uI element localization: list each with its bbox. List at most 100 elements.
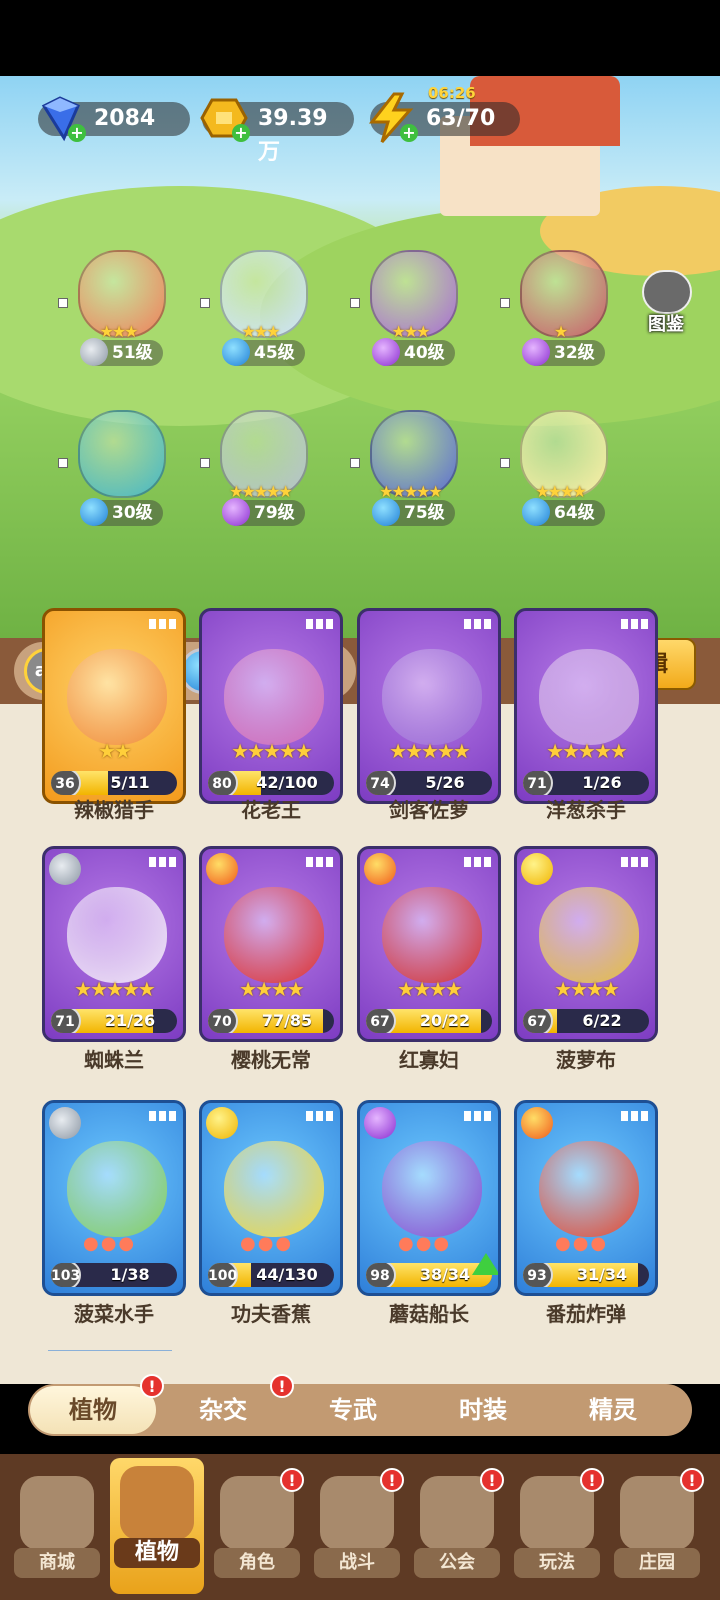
plant-stars: ★★★★	[239, 977, 305, 1001]
plant-card[interactable]: ●●● 93 31/34	[514, 1100, 658, 1296]
plant-portrait	[67, 887, 167, 983]
hero-portrait	[78, 410, 166, 498]
plant-card[interactable]: ★★★★ 70 77/85	[199, 846, 343, 1042]
category-tabs: 植物! 杂交! 专武 时装 精灵	[28, 1374, 692, 1436]
team-hero[interactable]: 30级	[58, 400, 178, 540]
hero-level-text: 51级	[112, 343, 153, 363]
alert-badge: !	[680, 1468, 704, 1492]
team-hero[interactable]: ★ 32级	[500, 240, 620, 380]
plant-level: 71	[51, 1009, 81, 1033]
hero-stars: ★★★	[99, 322, 138, 341]
hero-level-text: 79级	[254, 503, 295, 523]
shard-progress: 70 77/85	[208, 1009, 334, 1033]
plant-portrait	[382, 1141, 482, 1237]
shard-progress: 80 42/100	[208, 771, 334, 795]
plant-card[interactable]: ★★★★★ 80 42/100	[199, 608, 343, 804]
alert-badge: !	[280, 1468, 304, 1492]
team-hero[interactable]: ★★★ 45级	[200, 240, 320, 380]
hero-level: 79级	[222, 498, 305, 526]
shard-count: 31/34	[576, 1265, 628, 1284]
plant-level: 103	[51, 1263, 81, 1287]
plant-card[interactable]: ●●● 103 1/38	[42, 1100, 186, 1296]
nav-0[interactable]: 商城	[10, 1468, 104, 1588]
formation-icon	[149, 1111, 177, 1121]
plant-level: 74	[366, 771, 396, 795]
tab-4[interactable]: 精灵	[550, 1384, 676, 1436]
water-icon	[80, 498, 108, 526]
shard-count: 21/26	[104, 1011, 156, 1030]
nav-2[interactable]: 角色!	[210, 1468, 304, 1588]
plant-card[interactable]: ★★★★★ 71 21/26	[42, 846, 186, 1042]
plant-portrait	[224, 649, 324, 745]
tab-2[interactable]: 专武	[290, 1384, 416, 1436]
tab-1[interactable]: 杂交	[160, 1384, 286, 1436]
shard-progress: 71 1/26	[523, 771, 649, 795]
team-hero[interactable]: ★★★ 51级	[58, 240, 178, 380]
plant-card[interactable]: ★★★★★ 71 1/26	[514, 608, 658, 804]
plant-level: 36	[51, 771, 81, 795]
plant-name: 辣椒猎手	[74, 798, 154, 822]
formation-marker	[350, 458, 360, 468]
tab-0[interactable]: 植物	[30, 1386, 156, 1434]
plant-card[interactable]: ★★ 36 5/11	[42, 608, 186, 804]
plant-portrait	[539, 1141, 639, 1237]
plant-card[interactable]: ★★★★★ 74 5/26	[357, 608, 501, 804]
coin-counter[interactable]: + 39.39万	[200, 98, 354, 165]
bolt-icon	[521, 853, 553, 885]
shard-count: 42/100	[256, 773, 318, 792]
potion-icon	[522, 338, 550, 366]
nav-label: 植物	[114, 1538, 200, 1568]
add-gems-icon[interactable]: +	[68, 124, 86, 142]
plant-portrait	[539, 649, 639, 745]
hero-stars: ★★★★★	[229, 482, 293, 501]
team-hero[interactable]: ★★★★ 64级	[500, 400, 620, 540]
shard-progress: 100 44/130	[208, 1263, 334, 1287]
plant-card-list[interactable]: ★★ 36 5/11 辣椒猎手 ★★★★★ 80 42/100 花老王 ★★★★★ 74 5/26 剑…	[0, 608, 720, 1384]
plant-stars: ★★★★	[397, 977, 463, 1001]
hero-level: 64级	[522, 498, 605, 526]
hero-stars: ★★★★	[535, 482, 586, 501]
formation-icon	[621, 1111, 649, 1121]
hero-level-text: 64级	[554, 503, 595, 523]
energy-counter[interactable]: + 63/70	[368, 92, 520, 143]
team-hero[interactable]: ★★★ 40级	[350, 240, 470, 380]
bolt-icon	[206, 1107, 238, 1139]
tab-3[interactable]: 时装	[420, 1384, 546, 1436]
team-hero[interactable]: ★★★★★ 75级	[350, 400, 470, 540]
nav-6[interactable]: 庄园!	[610, 1468, 704, 1588]
add-energy-icon[interactable]: +	[400, 124, 418, 142]
seed-rank-icons: ●●●	[240, 1233, 294, 1254]
nav-5[interactable]: 玩法!	[510, 1468, 604, 1588]
team-hero[interactable]: ★★★★★ 79级	[200, 400, 320, 540]
add-coins-icon[interactable]: +	[232, 124, 250, 142]
nav-label: 商城	[14, 1548, 100, 1578]
fire-icon	[521, 1107, 553, 1139]
hero-level: 40级	[372, 338, 455, 366]
seed-rank-icons: ●●●	[555, 1233, 609, 1254]
plant-level: 93	[523, 1263, 553, 1287]
nav-1[interactable]: 植物	[110, 1458, 204, 1594]
plant-card[interactable]: ★★★★ 67 20/22	[357, 846, 501, 1042]
codex-button[interactable]: 图鉴	[636, 270, 696, 335]
shard-progress: 36 5/11	[51, 771, 177, 795]
gem-counter[interactable]: + 2084	[38, 96, 190, 142]
sword-icon	[49, 1107, 81, 1139]
hero-stars: ★★★★★	[379, 482, 443, 501]
plant-card[interactable]: ●●● 100 44/130	[199, 1100, 343, 1296]
tab-label: 专武	[329, 1396, 377, 1424]
hero-level-text: 45级	[254, 343, 295, 363]
formation-marker	[500, 298, 510, 308]
formation-marker	[58, 458, 68, 468]
water-icon	[522, 498, 550, 526]
plant-name: 红寡妇	[399, 1048, 459, 1072]
plant-card[interactable]: ★★★★ 67 6/22	[514, 846, 658, 1042]
formation-marker	[500, 458, 510, 468]
shard-count: 44/130	[256, 1265, 318, 1284]
alert-badge: !	[480, 1468, 504, 1492]
plant-stars: ★★★★★	[389, 739, 471, 763]
energy-amount: 63/70	[426, 106, 496, 131]
plant-card[interactable]: ●●● 98 38/34	[357, 1100, 501, 1296]
nav-4[interactable]: 公会!	[410, 1468, 504, 1588]
nav-label: 角色	[214, 1548, 300, 1578]
nav-3[interactable]: 战斗!	[310, 1468, 404, 1588]
